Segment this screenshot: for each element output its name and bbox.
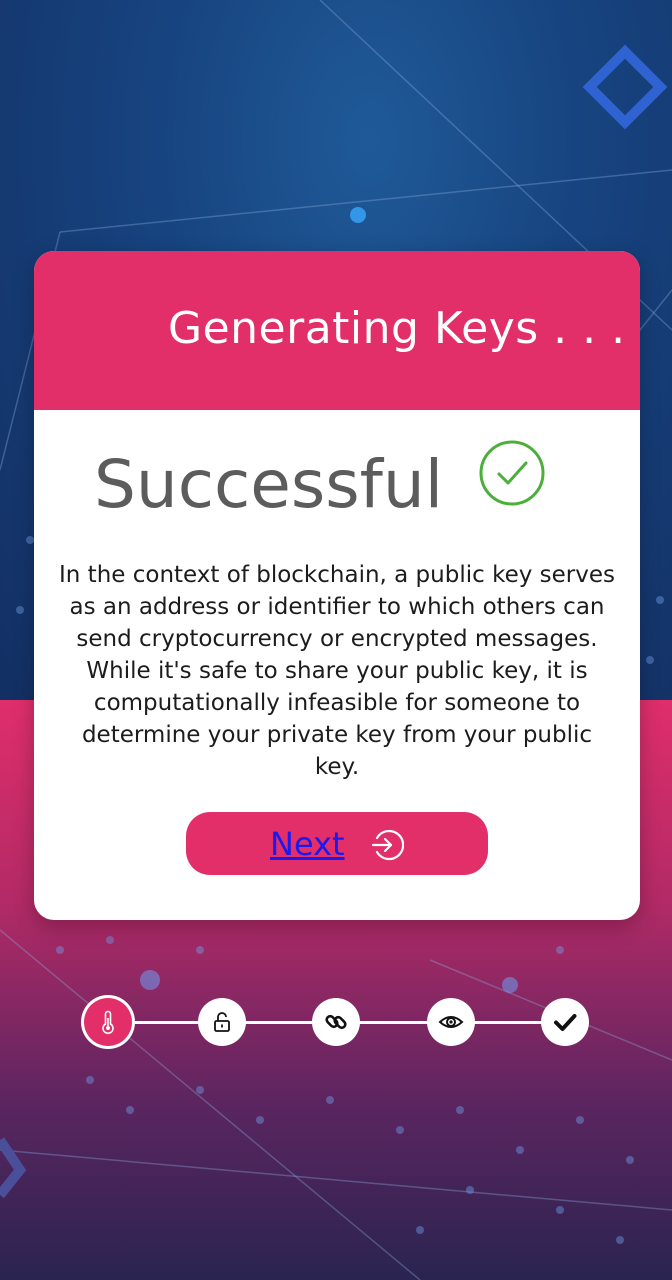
step-4[interactable]: [427, 998, 475, 1046]
dialog-header: Generating Keys . . .: [34, 251, 640, 410]
check-circle-icon: [479, 440, 545, 506]
status-text: Successful: [94, 446, 444, 523]
dialog-title: Generating Keys . . .: [168, 303, 626, 354]
step-3[interactable]: [312, 998, 360, 1046]
link-icon: [325, 1014, 347, 1030]
unlock-icon: [214, 1012, 230, 1032]
next-link[interactable]: Next: [270, 825, 345, 863]
thermometer-icon: [102, 1010, 114, 1035]
step-2[interactable]: [198, 998, 246, 1046]
arrow-right-circle-icon: [371, 829, 404, 861]
progress-stepper: [0, 994, 672, 1054]
next-button[interactable]: Next: [186, 812, 488, 875]
key-generation-dialog: Generating Keys . . . Successful In the …: [34, 251, 640, 920]
public-key-description: In the context of blockchain, a public k…: [59, 562, 615, 780]
eye-icon: [438, 1016, 464, 1028]
check-icon: [554, 1014, 577, 1031]
step-5[interactable]: [541, 998, 589, 1046]
step-1[interactable]: [84, 998, 132, 1046]
